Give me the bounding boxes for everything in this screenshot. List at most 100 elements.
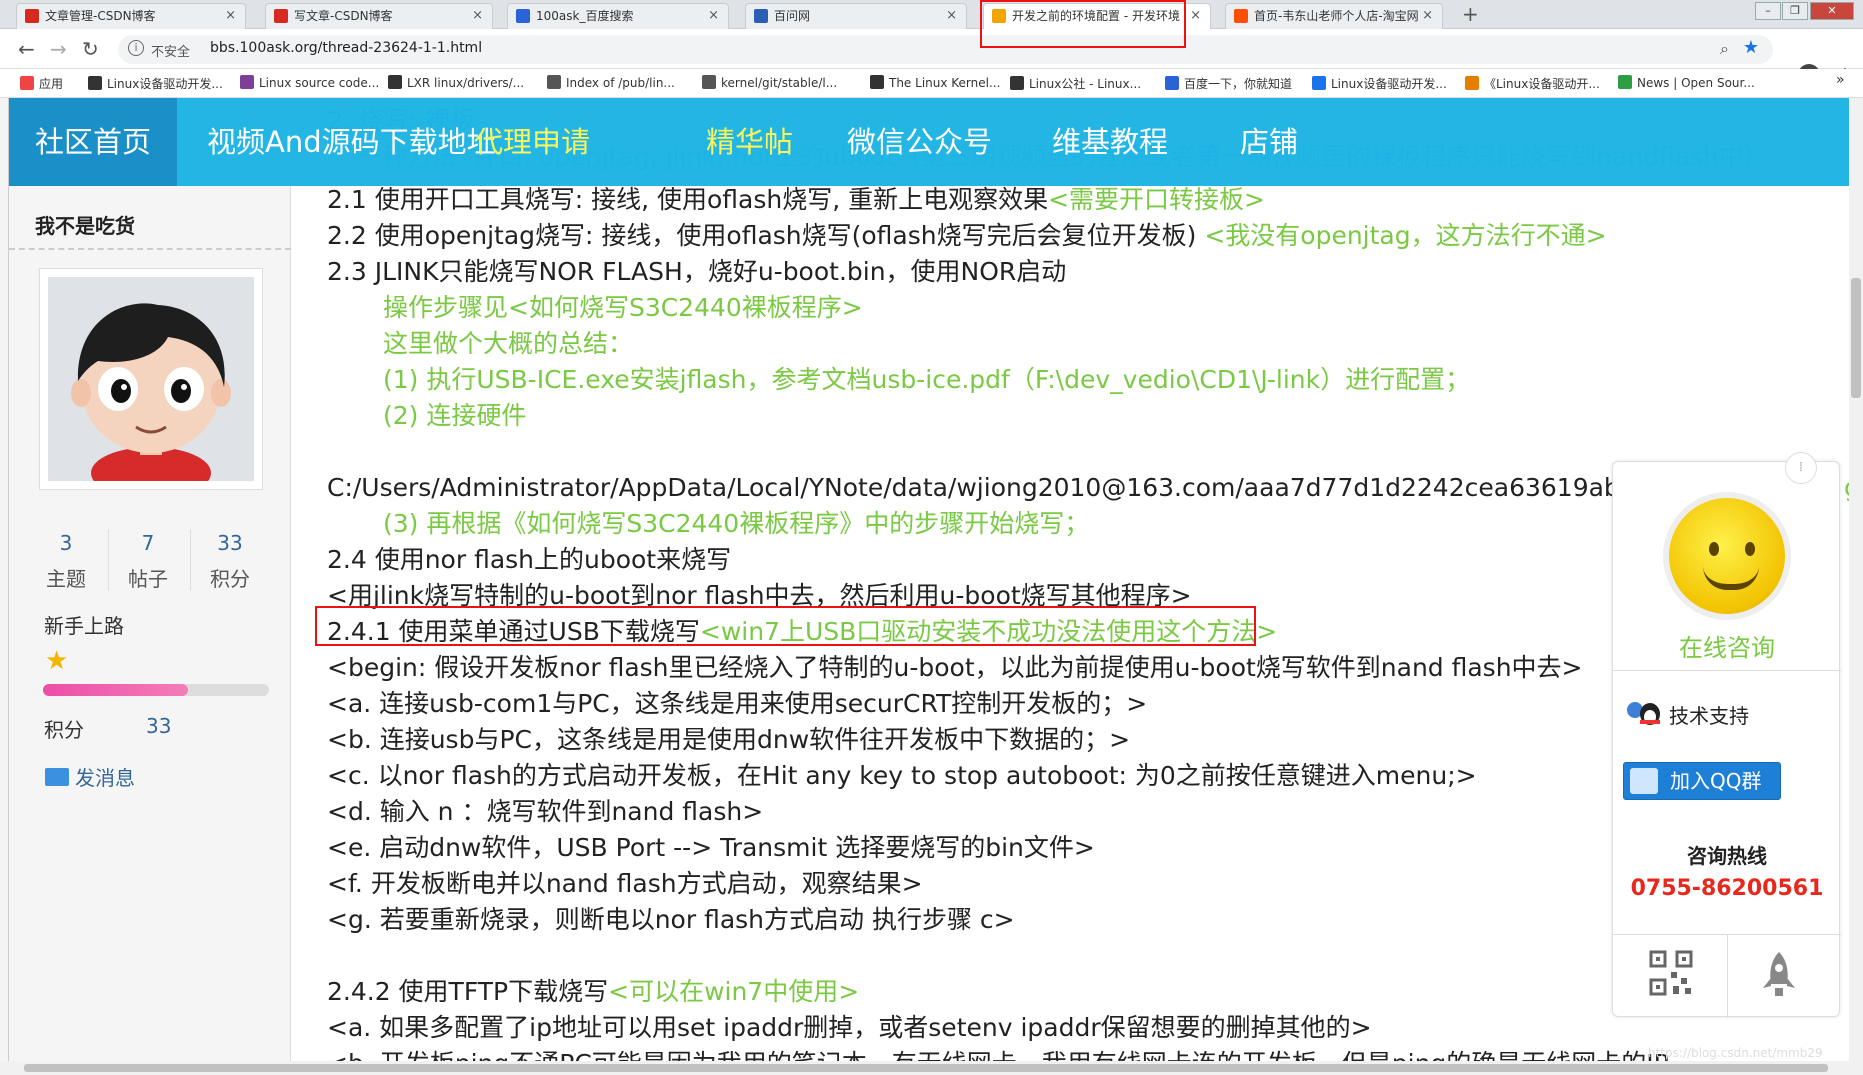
level-progress-fill: [43, 684, 188, 696]
browser-tab[interactable]: 首页-韦东山老师个人店-淘宝网 ×: [1225, 3, 1443, 29]
bootlin-icon: [240, 75, 254, 89]
line-text: 2.4.1 使用菜单通过USB下载烧写: [327, 617, 700, 646]
content-line: <用jlink烧写特制的u-boot到nor flash中去，然后利用u-boo…: [327, 579, 1192, 613]
stat-topics[interactable]: 3 主题: [26, 531, 106, 592]
bookmark-item[interactable]: 百度一下，你就知道: [1165, 75, 1292, 92]
bookmark-item[interactable]: Linux设备驱动开发...: [1312, 75, 1447, 92]
minimize-button[interactable]: –: [1755, 2, 1781, 20]
nav-item[interactable]: 店铺: [1240, 98, 1298, 186]
online-consult-label[interactable]: 在线咨询: [1613, 628, 1841, 663]
reload-icon[interactable]: ↻: [82, 37, 99, 61]
bookmarks-more-chevron[interactable]: »: [1836, 72, 1845, 88]
blue-square-icon: [1312, 76, 1326, 90]
bookmark-item[interactable]: Linux公社 - Linux...: [1010, 75, 1141, 92]
new-tab-button[interactable]: +: [1462, 2, 1479, 26]
tab-close-icon[interactable]: ×: [472, 4, 483, 28]
tab-close-icon[interactable]: ×: [708, 4, 719, 28]
apps-grid-icon: [20, 76, 34, 90]
bookmark-item[interactable]: 《Linux设备驱动开...: [1465, 75, 1600, 92]
zoom-magnifier-icon[interactable]: ⌕: [1720, 39, 1729, 59]
android-icon: [1465, 76, 1479, 90]
tab-close-icon[interactable]: ×: [1190, 4, 1201, 28]
content-line: <g. 若要重新烧录，则断电以nor flash方式启动 执行步骤 c>: [327, 903, 1015, 937]
browser-tab[interactable]: 文章管理-CSDN博客 ×: [16, 3, 246, 29]
window-close-button[interactable]: ✕: [1810, 2, 1854, 20]
nav-item[interactable]: 代理申请: [474, 98, 590, 186]
line-text: 2.4.2 使用TFTP下载烧写: [327, 977, 609, 1006]
content-line: 2.4 使用nor flash上的uboot来烧写: [327, 543, 731, 577]
content-line: (2) 连接硬件: [383, 399, 526, 433]
bookmark-item[interactable]: Index of /pub/lin...: [547, 75, 675, 90]
tab-close-icon[interactable]: ×: [1422, 4, 1433, 28]
forward-arrow-icon[interactable]: →: [50, 37, 67, 61]
url-omnibox[interactable]: i 不安全 bbs.100ask.org/thread-23624-1-1.ht…: [118, 35, 1773, 64]
content-line: 这里做个大概的总结：: [383, 327, 633, 361]
score-value: 33: [146, 714, 172, 738]
rocket-top-icon[interactable]: [1761, 950, 1797, 998]
line-text: <a. 连接usb-com1与PC，这条线是用来使用securCRT控制开发板的…: [327, 689, 1148, 718]
csdn-watermark: https://blog.csdn.net/mmb29: [1648, 1046, 1823, 1060]
taobao-icon: [1234, 9, 1248, 23]
browser-tab[interactable]: 写文章-CSDN博客 ×: [265, 3, 493, 29]
browser-tab[interactable]: 百问网 ×: [745, 3, 967, 29]
vertical-scroll-thumb[interactable]: [1851, 278, 1861, 398]
horizontal-scrollbar[interactable]: [0, 1061, 1863, 1075]
vertical-scrollbar[interactable]: [1849, 98, 1863, 1061]
baidu-paw-icon: [1165, 76, 1179, 90]
horizontal-scroll-thumb[interactable]: [24, 1064, 1828, 1072]
line-note: <我没有openjtag，这方法行不通>: [1204, 221, 1607, 250]
bookmark-item[interactable]: 应用: [20, 75, 63, 92]
browser-tab[interactable]: 100ask_百度搜索 ×: [507, 3, 729, 29]
panel-grip-icon[interactable]: ⁞: [1785, 452, 1817, 484]
forum-icon: [992, 9, 1006, 23]
tab-close-icon[interactable]: ×: [946, 4, 957, 28]
envelope-icon[interactable]: [45, 768, 69, 786]
csdn-icon: [274, 9, 288, 23]
tab-title: 100ask_百度搜索: [536, 9, 634, 23]
bookmark-item[interactable]: Linux source code...: [240, 75, 379, 90]
bookmark-label: News | Open Sour...: [1637, 76, 1755, 90]
url-text[interactable]: bbs.100ask.org/thread-23624-1-1.html: [210, 40, 482, 56]
tux-icon: [870, 75, 884, 89]
qq-smiley-icon[interactable]: [1663, 492, 1791, 620]
bookmark-label: 应用: [39, 77, 64, 91]
opensource-icon: [1618, 75, 1632, 89]
tech-support-link[interactable]: 技术支持: [1669, 700, 1749, 729]
browser-tab[interactable]: 开发之前的环境配置 - 开发环境 ×: [983, 3, 1211, 29]
baidu-paw-icon: [516, 9, 530, 23]
back-arrow-icon[interactable]: ←: [18, 37, 35, 61]
bookmark-item[interactable]: LXR linux/drivers/...: [388, 75, 524, 90]
bookmark-label: Linux设备驱动开发...: [107, 77, 223, 91]
bookmark-label: Index of /pub/lin...: [566, 76, 675, 90]
nav-item[interactable]: 维基教程: [1052, 98, 1168, 186]
restore-button[interactable]: ❐: [1782, 2, 1808, 20]
author-name[interactable]: 我不是吃货: [35, 210, 135, 239]
divider: [1727, 934, 1728, 1018]
nav-item[interactable]: 视频And源码下载地址: [207, 98, 496, 186]
info-icon[interactable]: i: [128, 40, 144, 56]
bookmark-item[interactable]: kernel/git/stable/l...: [702, 75, 837, 90]
bookmark-item[interactable]: Linux设备驱动开发...: [88, 75, 223, 92]
qr-code-icon[interactable]: [1649, 950, 1693, 996]
qq-penguin-icon: [1627, 702, 1660, 725]
content-line: 2.4.1 使用菜单通过USB下载烧写<win7上USB口驱动安装不成功没法使用…: [327, 615, 1277, 649]
user-level[interactable]: 新手上路: [44, 610, 124, 639]
author-avatar[interactable]: [39, 268, 263, 499]
line-text: <d. 输入 n ：烧写软件到nand flash>: [327, 797, 764, 826]
cartoon-boy-avatar-icon: [48, 277, 254, 499]
dashed-divider: [9, 248, 291, 250]
left-window-edge: [0, 98, 9, 1075]
join-qq-group-button[interactable]: 加入QQ群: [1623, 762, 1781, 800]
stat-posts[interactable]: 7 帖子: [108, 531, 188, 592]
nav-item[interactable]: 精华帖: [706, 98, 793, 186]
bookmark-item[interactable]: News | Open Sour...: [1618, 75, 1755, 90]
nav-item[interactable]: 微信公众号: [847, 98, 992, 186]
send-message-link[interactable]: 发消息: [75, 762, 135, 791]
stat-points[interactable]: 33 积分: [190, 531, 270, 592]
bookmark-star-icon[interactable]: ★: [1743, 37, 1759, 58]
tab-close-icon[interactable]: ×: [225, 4, 236, 28]
content-line: (1) 执行USB-ICE.exe安装jflash，参考文档usb-ice.pd…: [383, 363, 1470, 397]
nav-home[interactable]: 社区首页: [9, 98, 177, 186]
content-line: 2.2 使用openjtag烧写: 接线，使用oflash烧写(oflash烧写…: [327, 219, 1607, 253]
bookmark-item[interactable]: The Linux Kernel...: [870, 75, 1000, 90]
